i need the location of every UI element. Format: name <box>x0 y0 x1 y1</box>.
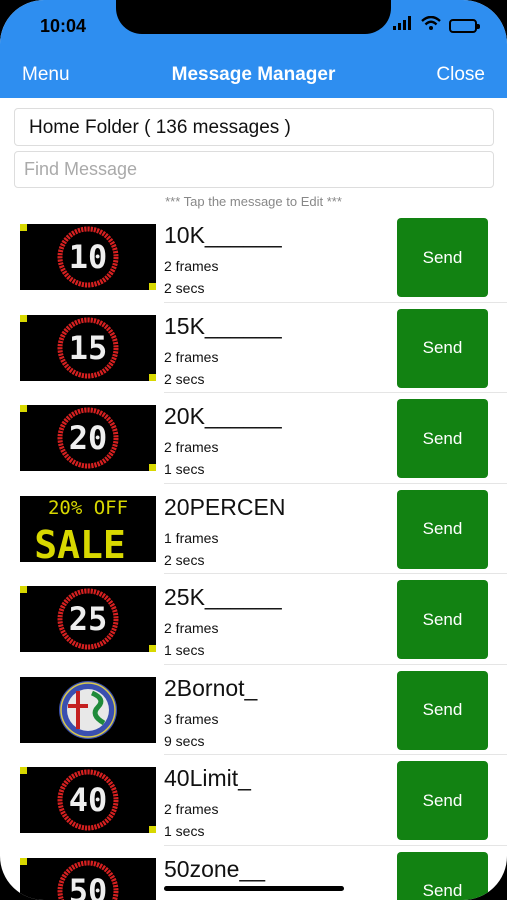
message-duration: 1 secs <box>164 823 205 839</box>
send-button[interactable]: Send <box>397 218 488 297</box>
send-button[interactable]: Send <box>397 670 488 750</box>
status-time: 10:04 <box>40 16 87 36</box>
frame-marker-icon <box>20 314 27 322</box>
message-row[interactable]: 15 15K______ 2 frames 2 secs Send <box>0 303 507 393</box>
message-name: 2Bornot_ <box>164 674 258 701</box>
message-row[interactable]: 25 25K______ 2 frames 1 secs Send <box>0 574 507 665</box>
thumbnail-text: 40 <box>69 781 108 819</box>
message-duration: 2 secs <box>164 551 205 568</box>
message-frames: 2 frames <box>164 801 219 817</box>
message-name: 25K______ <box>164 584 282 610</box>
thumbnail-text: 10 <box>69 238 108 276</box>
svg-text:SALE: SALE <box>34 523 126 562</box>
search-input[interactable] <box>14 151 494 188</box>
message-name: 40Limit_ <box>164 765 251 791</box>
message-row[interactable]: 10 10K______ 2 frames 2 secs Send <box>0 212 507 303</box>
message-duration: 1 secs <box>164 461 205 477</box>
notch <box>116 0 391 34</box>
message-duration: 2 secs <box>164 370 205 387</box>
message-thumbnail: 40 <box>20 767 156 833</box>
message-duration: 9 secs <box>164 732 205 749</box>
message-row[interactable]: 40 40Limit_ 2 frames 1 secs Send <box>0 755 507 846</box>
thumbnail-text: 20 <box>69 419 108 457</box>
message-thumbnail: 15 <box>20 314 156 381</box>
svg-text:20% OFF: 20% OFF <box>48 497 128 519</box>
status-icons <box>393 15 480 35</box>
navigation-bar: 10:04 Menu Message Manager Close <box>0 0 507 98</box>
message-frames: 2 frames <box>164 348 219 365</box>
frame-marker-icon <box>149 645 156 652</box>
message-duration: 1 secs <box>164 642 205 658</box>
message-duration: 2 secs <box>164 280 205 296</box>
frame-marker-icon <box>20 224 27 231</box>
message-thumbnail: 50 <box>20 857 156 900</box>
message-name: 50zone__ <box>164 855 266 882</box>
frame-marker-icon <box>20 405 27 412</box>
message-name: 20K______ <box>164 403 282 429</box>
message-name: 20PERCEN <box>164 493 286 520</box>
send-button[interactable]: Send <box>397 399 488 478</box>
message-frames: 3 frames <box>164 710 219 727</box>
home-indicator <box>164 886 344 891</box>
thumbnail-text: 15 <box>69 329 108 367</box>
message-list: 10 10K______ 2 frames 2 secs Send 15 15K______… <box>0 212 507 900</box>
message-thumbnail: 20 <box>20 405 156 471</box>
frame-marker-icon <box>20 586 27 593</box>
frame-marker-icon <box>149 464 156 471</box>
send-button[interactable]: Send <box>397 308 488 388</box>
page-title: Message Manager <box>171 64 336 85</box>
frame-marker-icon <box>149 373 156 381</box>
send-button[interactable]: Send <box>397 761 488 840</box>
wifi-icon <box>421 15 441 35</box>
send-button[interactable]: Send <box>397 851 488 900</box>
frame-marker-icon <box>20 767 27 774</box>
close-button[interactable]: Close <box>436 64 485 86</box>
message-row[interactable]: 50 50zone__ Send <box>0 846 507 900</box>
message-row[interactable]: 2Bornot_ 3 frames 9 secs Send <box>0 665 507 755</box>
frame-marker-icon <box>149 826 156 833</box>
folder-selector[interactable]: Home Folder ( 136 messages ) <box>14 108 494 146</box>
battery-icon <box>449 18 480 33</box>
message-row[interactable]: 20% OFF SALE 20PERCEN 1 frames 2 secs Send <box>0 484 507 574</box>
message-frames: 2 frames <box>164 258 219 274</box>
menu-button[interactable]: Menu <box>22 64 70 86</box>
signal-icon <box>393 16 413 35</box>
edit-hint: *** Tap the message to Edit *** <box>165 194 342 209</box>
phone-screen: 10:04 Menu Message Manager Close Home Fo… <box>0 0 507 900</box>
message-frames: 1 frames <box>164 529 219 546</box>
message-thumbnail <box>20 676 156 743</box>
frame-marker-icon <box>20 857 27 865</box>
message-name: 15K______ <box>164 312 282 339</box>
message-frames: 2 frames <box>164 439 219 455</box>
frame-marker-icon <box>149 283 156 290</box>
message-thumbnail: 25 <box>20 586 156 652</box>
thumbnail-text: 25 <box>69 600 108 638</box>
message-thumbnail: 10 <box>20 224 156 290</box>
message-frames: 2 frames <box>164 620 219 636</box>
thumbnail-text: 50 <box>69 872 108 900</box>
message-name: 10K______ <box>164 222 282 248</box>
message-thumbnail: 20% OFF SALE <box>20 495 156 562</box>
message-row[interactable]: 20 20K______ 2 frames 1 secs Send <box>0 393 507 484</box>
send-button[interactable]: Send <box>397 489 488 569</box>
send-button[interactable]: Send <box>397 580 488 659</box>
